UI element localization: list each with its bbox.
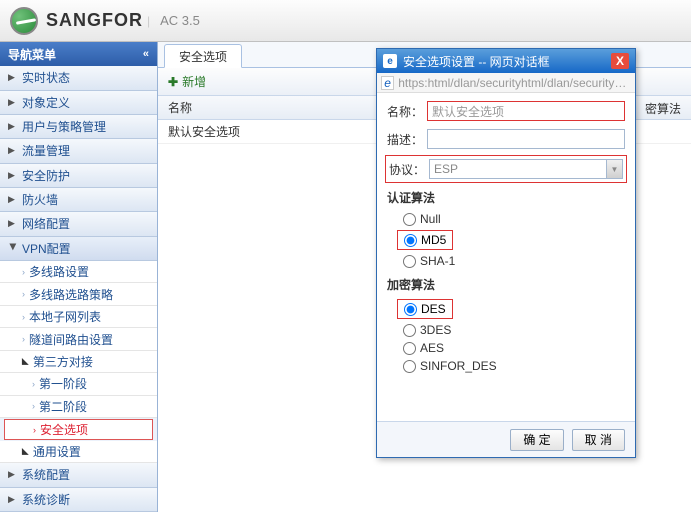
version-text: AC 3.5 — [160, 13, 200, 28]
nav-object[interactable]: ▶对象定义 — [0, 91, 157, 115]
logo-icon — [10, 7, 38, 35]
sub-tunnelroute[interactable]: ›隧道间路由设置 — [0, 328, 157, 350]
nav-traffic[interactable]: ▶流量管理 — [0, 139, 157, 163]
behind-text: 密算法 — [645, 100, 681, 117]
dialog-url-bar: e https:html/dlan/securityhtml/dlan/secu… — [377, 73, 635, 93]
radio-3des[interactable]: 3DES — [403, 323, 625, 337]
nav-user-policy[interactable]: ▶用户与策略管理 — [0, 115, 157, 139]
security-dialog: e 安全选项设置 -- 网页对话框 X e https:html/dlan/se… — [376, 48, 636, 458]
plus-icon: ✚ — [168, 75, 178, 89]
sub-security-option[interactable]: ›安全选项 — [4, 419, 153, 440]
dialog-footer: 确 定 取 消 — [377, 421, 635, 457]
name-field[interactable] — [427, 101, 625, 121]
radio-aes[interactable]: AES — [403, 341, 625, 355]
dialog-icon: e — [383, 54, 397, 68]
enc-group-label: 加密算法 — [387, 276, 625, 293]
sub-thirdparty[interactable]: ◢第三方对接 — [0, 351, 157, 373]
proto-select[interactable]: ESP ▼ — [429, 159, 623, 179]
sub-phase2[interactable]: ›第二阶段 — [0, 396, 157, 418]
radio-des[interactable]: DES — [397, 299, 453, 319]
name-label: 名称： — [387, 103, 427, 120]
desc-label: 描述： — [387, 131, 427, 148]
close-icon[interactable]: X — [611, 53, 629, 69]
tab-security-option[interactable]: 安全选项 — [164, 44, 242, 68]
nav-realtime[interactable]: ▶实时状态 — [0, 66, 157, 90]
sub-multiroute[interactable]: ›多线路选路策略 — [0, 283, 157, 305]
desc-field[interactable] — [427, 129, 625, 149]
ok-button[interactable]: 确 定 — [510, 429, 563, 451]
radio-sinfordes[interactable]: SINFOR_DES — [403, 359, 625, 373]
brand-text: SANGFOR — [46, 10, 143, 31]
auth-group-label: 认证算法 — [387, 189, 625, 206]
sidebar-header: 导航菜单 « — [0, 42, 157, 66]
sidebar: 导航菜单 « ▶实时状态 ▶对象定义 ▶用户与策略管理 ▶流量管理 ▶安全防护 … — [0, 42, 158, 512]
dialog-titlebar[interactable]: e 安全选项设置 -- 网页对话框 X — [377, 49, 635, 73]
sub-localsubnet[interactable]: ›本地子网列表 — [0, 306, 157, 328]
dialog-title: 安全选项设置 -- 网页对话框 — [403, 53, 550, 70]
nav-security[interactable]: ▶安全防护 — [0, 164, 157, 188]
radio-null[interactable]: Null — [403, 212, 625, 226]
cancel-button[interactable]: 取 消 — [572, 429, 625, 451]
nav-network[interactable]: ▶网络配置 — [0, 212, 157, 236]
sub-general[interactable]: ◢通用设置 — [0, 441, 157, 463]
collapse-icon[interactable]: « — [143, 48, 149, 60]
nav-firewall[interactable]: ▶防火墙 — [0, 188, 157, 212]
nav-vpn[interactable]: ▶VPN配置 — [0, 237, 157, 261]
app-header: SANGFOR | AC 3.5 — [0, 0, 691, 42]
sub-multiline[interactable]: ›多线路设置 — [0, 261, 157, 283]
page-icon: e — [381, 76, 394, 90]
proto-label: 协议： — [389, 161, 429, 178]
sub-phase1[interactable]: ›第一阶段 — [0, 373, 157, 395]
nav-sysdiag[interactable]: ▶系统诊断 — [0, 488, 157, 512]
chevron-down-icon[interactable]: ▼ — [606, 160, 622, 178]
nav-sysconfig[interactable]: ▶系统配置 — [0, 463, 157, 487]
radio-sha1[interactable]: SHA-1 — [403, 254, 625, 268]
add-button[interactable]: ✚新增 — [168, 73, 206, 90]
sidebar-title: 导航菜单 — [8, 46, 56, 63]
radio-md5[interactable]: MD5 — [397, 230, 453, 250]
